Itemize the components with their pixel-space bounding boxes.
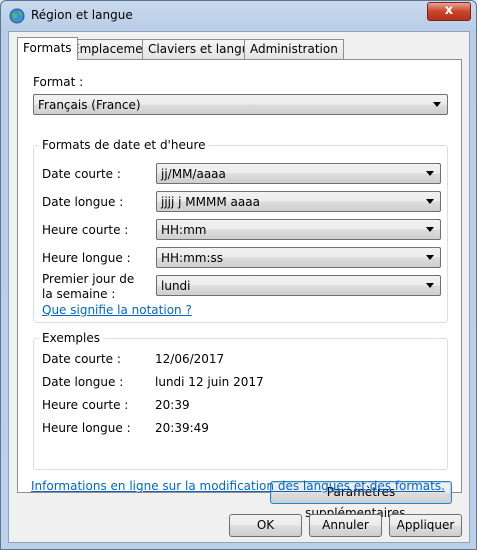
chevron-down-icon <box>426 255 434 260</box>
example-short-date-value: 12/06/2017 <box>155 352 225 366</box>
short-date-label: Date courte : <box>42 167 121 181</box>
cancel-button[interactable]: Annuler <box>309 514 382 537</box>
first-day-label-line2: la semaine : <box>42 287 116 301</box>
long-time-value: HH:mm:ss <box>161 251 224 265</box>
example-long-time-label: Heure longue : <box>42 421 131 435</box>
short-time-label: Heure courte : <box>42 223 129 237</box>
first-day-value: lundi <box>161 279 191 293</box>
format-select[interactable]: Français (France) <box>33 94 448 115</box>
dialog-body: Formats Emplacement Claviers et langues … <box>8 31 470 543</box>
online-info-link[interactable]: Informations en ligne sur la modificatio… <box>31 479 445 493</box>
window-title: Région et langue <box>31 8 133 22</box>
chevron-down-icon <box>426 227 434 232</box>
short-date-select[interactable]: jj/MM/aaaa <box>156 163 441 184</box>
short-time-value: HH:mm <box>161 223 207 237</box>
example-long-time-value: 20:39:49 <box>155 421 209 435</box>
apply-button[interactable]: Appliquer <box>389 514 462 537</box>
date-time-formats-title: Formats de date et d'heure <box>39 138 209 152</box>
close-button[interactable]: x <box>427 2 471 21</box>
format-value: Français (France) <box>38 98 141 112</box>
format-label: Format : <box>33 75 84 89</box>
tab-administration[interactable]: Administration <box>244 39 344 59</box>
date-time-formats-group: Formats de date et d'heure Date courte :… <box>33 138 448 323</box>
examples-title: Exemples <box>39 331 103 345</box>
example-short-date-label: Date courte : <box>42 352 121 366</box>
chevron-down-icon <box>433 102 441 107</box>
short-time-select[interactable]: HH:mm <box>156 219 441 240</box>
long-time-select[interactable]: HH:mm:ss <box>156 247 441 268</box>
long-date-value: jjjj j MMMM aaaa <box>161 195 260 209</box>
chevron-down-icon <box>426 171 434 176</box>
notation-help-link[interactable]: Que signifie la notation ? <box>42 303 192 317</box>
region-language-window: Région et langue x Formats Emplacement C… <box>0 0 477 550</box>
chevron-down-icon <box>426 199 434 204</box>
long-time-label: Heure longue : <box>42 251 131 265</box>
short-date-value: jj/MM/aaaa <box>161 167 226 181</box>
ok-button[interactable]: OK <box>229 514 302 537</box>
example-short-time-value: 20:39 <box>155 398 190 412</box>
formats-panel: Format : Français (France) Formats de da… <box>17 59 462 520</box>
example-long-date-value: lundi 12 juin 2017 <box>155 375 264 389</box>
chevron-down-icon <box>426 283 434 288</box>
example-short-time-label: Heure courte : <box>42 398 129 412</box>
long-date-label: Date longue : <box>42 195 124 209</box>
first-day-select[interactable]: lundi <box>156 275 441 296</box>
title-bar[interactable]: Région et langue x <box>1 1 476 31</box>
first-day-label-line1: Premier jour de <box>42 272 135 286</box>
globe-icon <box>9 8 25 24</box>
examples-group: Exemples Date courte : 12/06/2017 Date l… <box>33 331 448 470</box>
example-long-date-label: Date longue : <box>42 375 124 389</box>
long-date-select[interactable]: jjjj j MMMM aaaa <box>156 191 441 212</box>
tab-formats[interactable]: Formats <box>17 37 78 60</box>
